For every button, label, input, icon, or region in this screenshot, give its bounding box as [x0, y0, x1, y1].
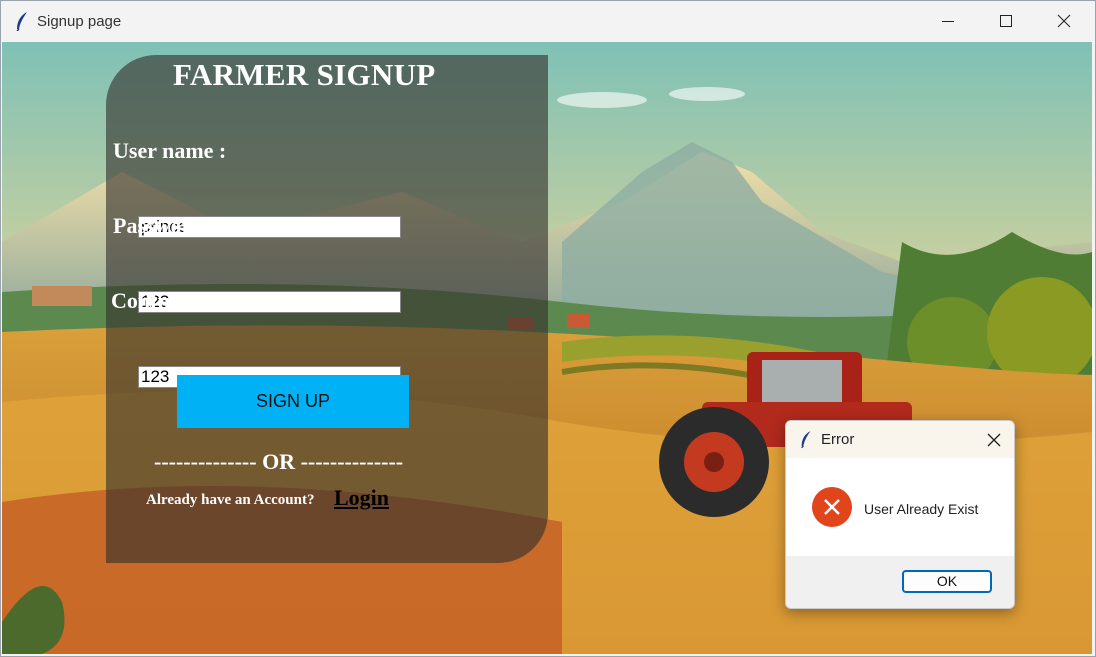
- or-divider: -------------- OR --------------: [154, 449, 404, 474]
- error-icon: [812, 487, 852, 527]
- dialog-title-bar: Error: [786, 421, 1014, 458]
- password-label: Password :: [113, 213, 217, 238]
- confirm-password-label: Confirm Password :: [111, 288, 301, 313]
- minimize-icon: [942, 21, 954, 22]
- feather-icon: [16, 12, 27, 31]
- already-account-text: Already have an Account?: [146, 492, 315, 508]
- dialog-message: User Already Exist: [864, 501, 979, 517]
- signup-button[interactable]: SIGN UP: [177, 375, 409, 428]
- window-title: Signup page: [37, 13, 122, 30]
- minimize-button[interactable]: [919, 1, 977, 42]
- login-link[interactable]: Login: [334, 485, 389, 511]
- close-icon[interactable]: [982, 428, 1006, 452]
- dialog-body: User Already Exist: [786, 458, 1014, 556]
- username-label: User name :: [113, 138, 227, 163]
- dialog-title: Error: [821, 431, 855, 448]
- ok-button[interactable]: OK: [902, 570, 992, 593]
- close-button[interactable]: [1035, 1, 1093, 42]
- maximize-button[interactable]: [977, 1, 1035, 42]
- signup-window: Signup page FARMER SIGNUP User name: pr…: [0, 0, 1096, 657]
- feather-icon: [801, 431, 811, 449]
- error-dialog: Error User Already Exist OK: [785, 420, 1015, 609]
- maximize-icon: [1000, 15, 1012, 27]
- page-title: FARMER SIGNUP: [173, 57, 436, 92]
- close-icon: [1057, 14, 1071, 28]
- title-bar: Signup page: [1, 1, 1095, 42]
- dialog-footer: OK: [786, 556, 1014, 608]
